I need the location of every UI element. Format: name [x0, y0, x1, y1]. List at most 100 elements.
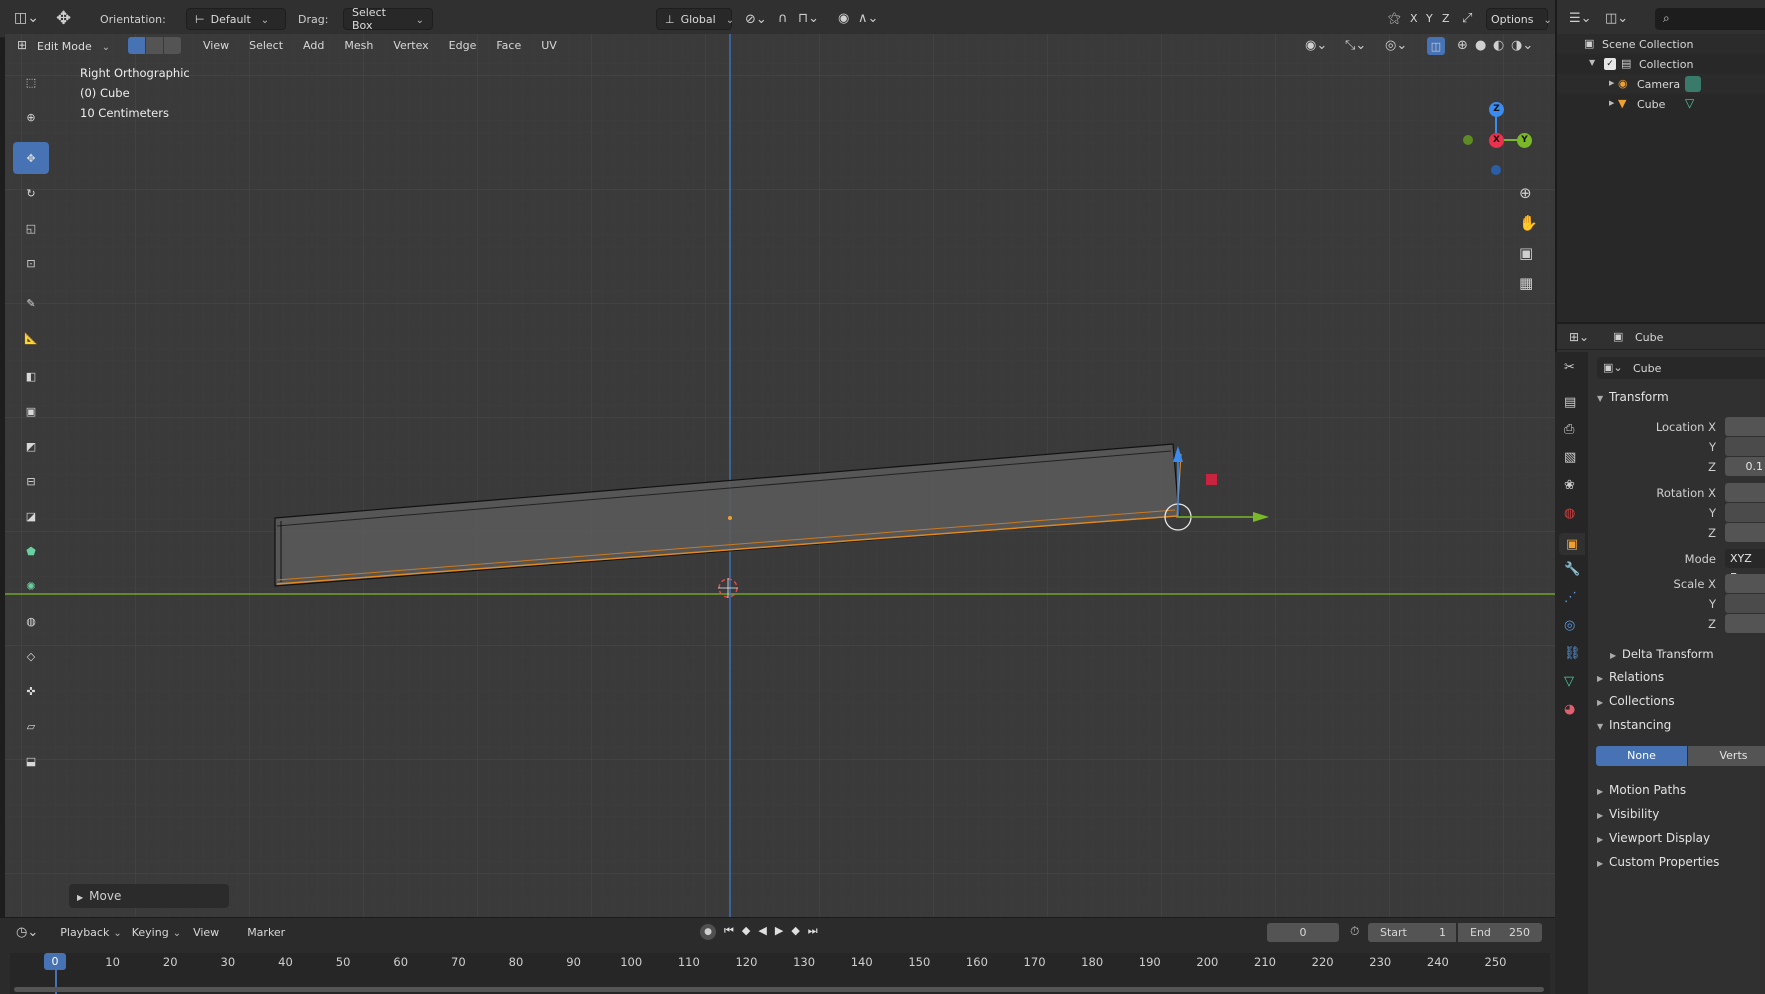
viewport-display-section-header[interactable]: ▶ Viewport Display: [1597, 831, 1710, 845]
instancing-section-header[interactable]: ▼ Instancing: [1597, 718, 1671, 732]
xray-icon[interactable]: ◫: [1427, 37, 1445, 55]
menu-mesh[interactable]: Mesh: [344, 39, 373, 52]
menu-edge[interactable]: Edge: [449, 39, 477, 52]
extrude-region-tool[interactable]: ◧: [13, 360, 49, 392]
solid-shading-icon[interactable]: ●: [1475, 38, 1486, 53]
snap-target-icon[interactable]: ⊓⌄: [798, 11, 819, 26]
gizmo-z-axis-button[interactable]: Z: [1489, 102, 1504, 117]
poly-build-tool[interactable]: ⬟: [13, 535, 49, 567]
knife-tool[interactable]: ◪: [13, 500, 49, 532]
constraints-tab-icon[interactable]: ⛓: [1564, 646, 1581, 661]
delta-transform-subpanel[interactable]: ▶ Delta Transform: [1610, 647, 1714, 661]
location-z-field[interactable]: 0.1: [1725, 457, 1765, 476]
play-reverse-icon[interactable]: ◀: [758, 924, 766, 938]
menu-vertex[interactable]: Vertex: [393, 39, 428, 52]
timeline-ruler[interactable]: 0 10 20 30 40 50 60 70 80 90 100 110 120 130 140 150 16…: [10, 953, 1550, 994]
menu-keying[interactable]: Keying: [132, 926, 169, 939]
display-mode-icon[interactable]: ◫⌄: [1605, 11, 1628, 26]
shrink-fatten-tool[interactable]: ✜: [13, 675, 49, 707]
wireframe-shading-icon[interactable]: ⊕: [1457, 38, 1468, 53]
snap-toggle-icon[interactable]: ∩: [778, 11, 788, 26]
drag-dropdown[interactable]: Select Box: [343, 6, 433, 32]
menu-uv[interactable]: UV: [541, 39, 557, 52]
custom-properties-section-header[interactable]: ▶ Custom Properties: [1597, 855, 1719, 869]
location-y-field[interactable]: [1725, 437, 1765, 456]
face-select-mode-button[interactable]: [164, 37, 181, 54]
expand-arrow-icon[interactable]: ▶: [1609, 79, 1614, 87]
rotation-x-field[interactable]: [1725, 483, 1765, 502]
record-icon[interactable]: ●: [700, 924, 716, 940]
editor-type-icon[interactable]: ⊞: [17, 38, 27, 52]
expand-arrow-icon[interactable]: ▼: [1589, 58, 1595, 67]
jump-to-start-icon[interactable]: ⏮: [724, 924, 734, 938]
timeline-scrollbar[interactable]: [14, 987, 1544, 992]
pivot-point-icon[interactable]: ⊘⌄: [745, 12, 767, 27]
material-shading-icon[interactable]: ◐: [1493, 38, 1504, 53]
annotate-tool[interactable]: ✎: [13, 287, 49, 319]
loop-cut-tool[interactable]: ⊟: [13, 465, 49, 497]
scale-y-field[interactable]: [1725, 594, 1765, 613]
outliner-search-input[interactable]: ⌕: [1655, 8, 1765, 30]
menu-select[interactable]: Select: [249, 39, 283, 52]
shear-tool[interactable]: ▱: [13, 710, 49, 742]
falloff-curve-icon[interactable]: ∧⌄: [858, 11, 878, 26]
menu-add[interactable]: Add: [303, 39, 324, 52]
select-box-tool[interactable]: ⬚: [13, 66, 49, 98]
menu-playback[interactable]: Playback: [60, 926, 109, 939]
modifier-tab-icon[interactable]: 🔧: [1564, 562, 1580, 577]
instancing-none-button[interactable]: None: [1596, 746, 1687, 766]
view-layer-tab-icon[interactable]: ▧: [1564, 450, 1576, 465]
camera-view-icon[interactable]: ▣: [1519, 244, 1533, 262]
3d-viewport[interactable]: Right Orthographic (0) Cube 10 Centimete…: [5, 34, 1555, 917]
motion-paths-section-header[interactable]: ▶ Motion Paths: [1597, 783, 1686, 797]
menu-face[interactable]: Face: [496, 39, 521, 52]
particles-tab-icon[interactable]: ⋰: [1564, 590, 1577, 605]
axis-x-toggle[interactable]: X: [1410, 12, 1418, 25]
measure-tool[interactable]: 📐: [13, 322, 49, 354]
orientation-dropdown[interactable]: ⊢ Default: [186, 8, 286, 30]
menu-view[interactable]: View: [193, 926, 219, 939]
scene-tab-icon[interactable]: ❀: [1564, 478, 1575, 493]
collection-checkbox[interactable]: ✓: [1604, 58, 1616, 70]
ortho-grid-icon[interactable]: ▦: [1519, 274, 1533, 292]
edge-select-mode-button[interactable]: [146, 37, 163, 54]
location-x-field[interactable]: [1725, 417, 1765, 436]
bevel-tool[interactable]: ◩: [13, 430, 49, 462]
editor-type-icon[interactable]: ☰⌄: [1569, 11, 1592, 26]
relations-section-header[interactable]: ▶ Relations: [1597, 670, 1664, 684]
mesh-data-icon[interactable]: ▽: [1685, 96, 1694, 110]
playhead-marker[interactable]: 0: [44, 953, 66, 970]
rotation-y-field[interactable]: [1725, 503, 1765, 522]
rip-region-tool[interactable]: ⬓: [13, 745, 49, 777]
last-operator-panel[interactable]: ▶ Move: [69, 884, 229, 908]
move-tool[interactable]: ✥: [13, 142, 49, 174]
jump-to-keyframe-back-icon[interactable]: ◆: [742, 924, 750, 938]
axis-z-toggle[interactable]: Z: [1442, 12, 1450, 25]
auto-merge-icon[interactable]: ⤢: [1462, 11, 1472, 26]
jump-to-end-icon[interactable]: ⏭: [808, 924, 818, 938]
overlays-icon[interactable]: ◎⌄: [1385, 38, 1407, 53]
menu-marker[interactable]: Marker: [247, 926, 285, 939]
pan-hand-icon[interactable]: ✋: [1519, 214, 1538, 232]
tool-settings-tab-icon[interactable]: ✂: [1564, 360, 1575, 375]
current-frame-field[interactable]: 0: [1267, 923, 1339, 942]
material-tab-icon[interactable]: ◕: [1564, 702, 1575, 717]
editor-type-icon[interactable]: ⊞⌄: [1569, 330, 1589, 344]
cursor-tool[interactable]: ⊕: [13, 101, 49, 133]
gizmo-toggle-icon[interactable]: ⤡⌄: [1345, 38, 1366, 53]
move-gizmo-icon[interactable]: ✥: [56, 8, 71, 29]
jump-to-keyframe-forward-icon[interactable]: ◆: [791, 924, 799, 938]
rendered-shading-icon[interactable]: ◑⌄: [1511, 38, 1533, 53]
proportional-edit-icon[interactable]: ◉: [838, 11, 849, 26]
vertex-select-mode-button[interactable]: [128, 37, 145, 54]
object-name-field[interactable]: ▣⌄ Cube: [1597, 357, 1765, 379]
render-tab-icon[interactable]: ▤: [1564, 395, 1576, 410]
object-tab-icon[interactable]: ▣: [1559, 533, 1585, 555]
data-tab-icon[interactable]: ▽: [1564, 674, 1574, 689]
outliner-row-camera[interactable]: ▶ ◉ Camera: [1557, 74, 1765, 94]
expand-arrow-icon[interactable]: ▶: [1609, 99, 1614, 107]
camera-data-icon[interactable]: [1685, 76, 1701, 92]
instancing-verts-button[interactable]: Verts: [1688, 746, 1765, 766]
scale-z-field[interactable]: [1725, 614, 1765, 633]
visibility-icon[interactable]: ◉⌄: [1305, 38, 1327, 53]
